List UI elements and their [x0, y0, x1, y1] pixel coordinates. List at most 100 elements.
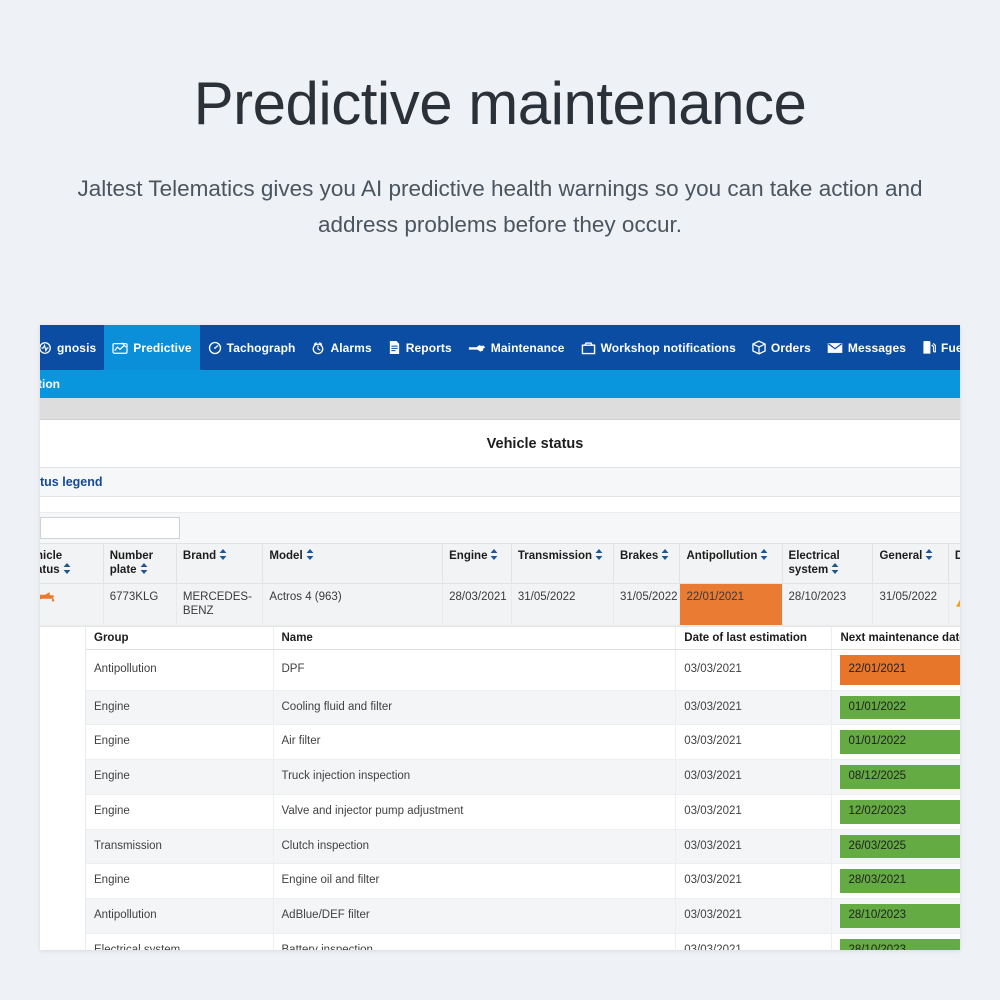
- detail-table-row[interactable]: Electrical systemBattery inspection03/03…: [86, 933, 960, 950]
- sort-arrows-icon[interactable]: [757, 549, 768, 562]
- column-label: Transmission: [517, 550, 593, 562]
- vehicle-col-general[interactable]: General: [872, 543, 949, 584]
- box-icon: [752, 340, 766, 355]
- detail-table-row[interactable]: Engine Valve and injector pump adjustment…: [86, 794, 960, 830]
- panel-title-bar: Vehicle status: [40, 420, 960, 468]
- column-label-line2: atus: [40, 564, 60, 577]
- vehicle-col-brand[interactable]: Brand: [176, 543, 264, 584]
- nav-item-label: Maintenance: [490, 340, 565, 355]
- maintenance-status-badge: 28/03/2021: [840, 869, 960, 894]
- brand-cell: MERCEDES-BENZ: [176, 582, 264, 626]
- detail-group-cell: Transmission: [86, 829, 274, 865]
- maintenance-status-badge: 26/03/2025: [840, 834, 960, 859]
- detail-group-cell: Antipollution: [86, 649, 274, 691]
- fuel-pump-icon: [922, 340, 937, 355]
- column-label: Brakes: [619, 550, 659, 562]
- nav-item-fuel[interactable]: Fuel: [914, 325, 960, 370]
- nav-item-predictive[interactable]: Predictive: [104, 325, 200, 370]
- column-label: hicle: [40, 550, 63, 562]
- column-label-line2: plate: [109, 564, 137, 577]
- detail-next-maintenance-cell: 12/02/2023: [831, 794, 960, 830]
- detail-col-next-maintenance-date: Next maintenance date: [831, 626, 960, 650]
- vehicle-col-antipollution[interactable]: Antipollution: [679, 543, 783, 584]
- vehicle-col-transmission[interactable]: Transmission: [511, 543, 614, 584]
- column-label: Electrical: [788, 550, 840, 562]
- detail-name-cell: Clutch inspection: [273, 829, 677, 865]
- transmission-date-cell: 31/05/2022: [511, 582, 614, 626]
- nav-item-tachograph[interactable]: Tachograph: [200, 325, 304, 370]
- vehicle-col-brakes[interactable]: Brakes: [613, 543, 681, 584]
- detail-table-row[interactable]: Transmission Clutch inspection 03/03/2021 2…: [86, 829, 960, 865]
- maintenance-status-badge: 22/01/2021: [840, 654, 960, 685]
- detail-table-row[interactable]: Antipollution AdBlue/DEF filter 03/03/2021…: [86, 898, 960, 935]
- nav-item-label: Reports: [405, 340, 452, 355]
- sort-arrows-icon[interactable]: [592, 549, 603, 562]
- detail-name-cell: Air filter: [273, 724, 677, 761]
- detail-header-row: Group Name Date of last estimation Next mai…: [86, 626, 960, 650]
- detail-last-estimation-cell: 03/03/2021: [675, 759, 833, 795]
- detail-left-gutter: [40, 626, 86, 950]
- detail-col-group: Group: [86, 626, 274, 650]
- vehicle-col-diagnosi: Diagnosi: [948, 543, 960, 584]
- column-label-line2: system: [788, 564, 829, 577]
- detail-last-estimation-cell: 03/03/2021: [675, 724, 833, 761]
- nav-item-orders[interactable]: Orders: [744, 325, 819, 370]
- nav-item-messages[interactable]: Messages: [819, 325, 914, 370]
- nav-item-reports[interactable]: Reports: [380, 325, 460, 370]
- antipollution-date-cell: 22/01/2021: [679, 582, 783, 626]
- maintenance-detail-table: Group Name Date of last estimation Next mai…: [86, 626, 960, 950]
- detail-last-estimation-cell: 03/03/2021: [675, 933, 833, 950]
- sort-arrows-icon[interactable]: [60, 563, 71, 576]
- detail-name-cell: Battery inspection: [273, 933, 677, 950]
- nav-item-label: Messages: [847, 340, 907, 355]
- detail-table-row[interactable]: Engine Truck injection inspection 03/03/20…: [86, 759, 960, 795]
- sort-arrows-icon[interactable]: [137, 563, 148, 576]
- detail-last-estimation-cell: 03/03/2021: [675, 829, 833, 865]
- vehicle-col-engine[interactable]: Engine: [442, 543, 512, 584]
- maintenance-status-badge: 28/10/2023: [840, 939, 960, 950]
- tachograph-icon: [208, 341, 222, 355]
- vehicle-col-hicle-atus[interactable]: hicle atus: [40, 543, 104, 584]
- detail-table-row[interactable]: Engine Engine oil and filter 03/03/2021 28/…: [86, 863, 960, 900]
- detail-next-maintenance-cell: 22/01/2021: [831, 649, 960, 691]
- vehicle-col-number-plate[interactable]: Number plate: [103, 543, 177, 584]
- nav-item-label: Orders: [770, 340, 811, 355]
- sort-arrows-icon[interactable]: [828, 563, 839, 576]
- detail-table-row[interactable]: Engine Air filter 03/03/2021 01/01/2022: [86, 724, 960, 761]
- nav-item-label: Alarms: [330, 340, 372, 355]
- maintenance-status-badge: 01/01/2022: [840, 730, 960, 755]
- nav-item-workshop-notifications[interactable]: Workshop notifications: [573, 325, 744, 370]
- detail-last-estimation-cell: 03/03/2021: [675, 690, 833, 726]
- sort-arrows-icon[interactable]: [216, 549, 227, 562]
- detail-next-maintenance-cell: 28/10/2023: [831, 898, 960, 935]
- maintenance-status-badge: 28/10/2023: [840, 904, 960, 929]
- diagnosis-cell[interactable]: [948, 582, 960, 626]
- detail-table-row[interactable]: Engine Cooling fluid and filter 03/03/2021…: [86, 690, 960, 726]
- sort-arrows-icon[interactable]: [922, 549, 933, 562]
- vehicle-col-electrical-system[interactable]: Electrical system: [782, 543, 874, 584]
- column-label: Brand: [182, 550, 217, 562]
- column-label: Number: [109, 550, 154, 562]
- warning-triangle-icon[interactable]: [955, 599, 960, 611]
- vehicle-table-row[interactable]: 6773KLG MERCEDES-BENZ Actros 4 (963) 28/03/…: [40, 582, 960, 626]
- wrench-icon: [468, 342, 486, 354]
- detail-name-cell: Cooling fluid and filter: [273, 690, 677, 726]
- detail-group-cell: Engine: [86, 690, 274, 726]
- detail-col-date-of-last-estimation: Date of last estimation: [675, 626, 833, 650]
- nav-item-gnosis[interactable]: gnosis: [40, 325, 104, 370]
- secondary-bar: tion: [40, 370, 960, 398]
- nav-item-label: Fuel: [941, 340, 960, 355]
- sort-arrows-icon[interactable]: [303, 549, 314, 562]
- nav-item-alarms[interactable]: Alarms: [303, 325, 379, 370]
- sort-arrows-icon[interactable]: [658, 549, 669, 562]
- status-legend-link[interactable]: tus legend: [40, 475, 103, 489]
- search-input[interactable]: [40, 517, 180, 539]
- electrical-system-date-cell: 28/10/2023: [782, 582, 874, 626]
- detail-table-row[interactable]: Antipollution DPF 03/03/2021 22/01/2021: [86, 649, 960, 691]
- nav-item-maintenance[interactable]: Maintenance: [460, 325, 573, 370]
- vehicle-col-model[interactable]: Model: [262, 543, 444, 584]
- sort-arrows-icon[interactable]: [487, 549, 498, 562]
- alarm-clock-icon: [311, 341, 325, 355]
- secondary-bar-label: tion: [40, 377, 60, 391]
- diagnosis-icon: [40, 341, 52, 355]
